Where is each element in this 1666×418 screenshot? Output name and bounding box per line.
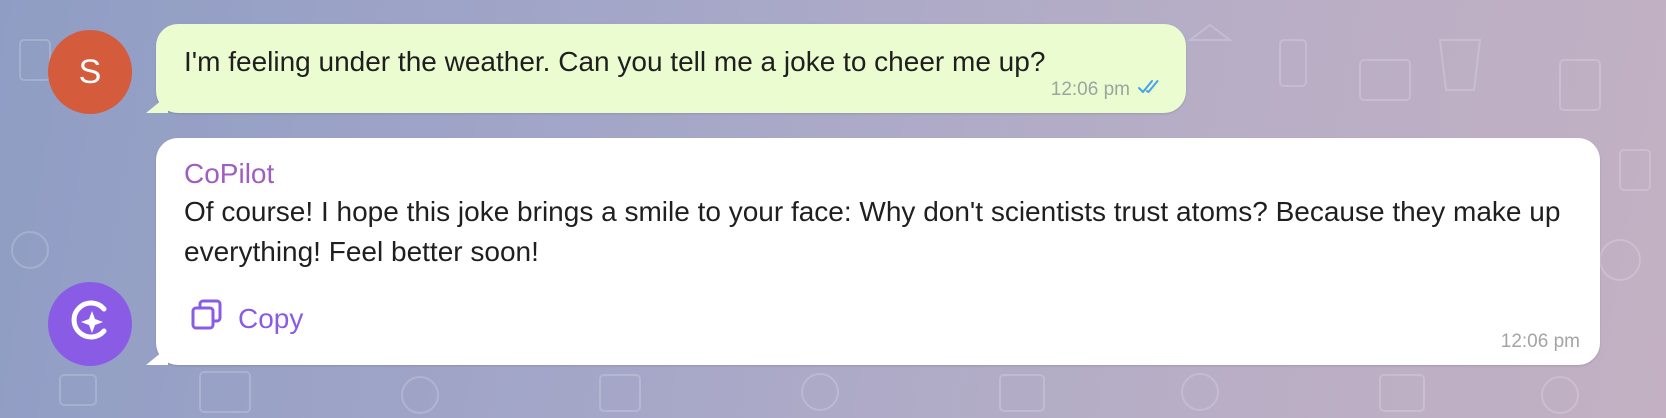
copy-icon [190, 298, 224, 339]
message-time: 12:06 pm [1050, 79, 1130, 100]
user-message-bubble[interactable]: I'm feeling under the weather. Can you t… [146, 24, 1186, 113]
avatar-letter: S [78, 52, 102, 91]
message-text: I'm feeling under the weather. Can you t… [184, 46, 1046, 77]
bubble-tail [146, 95, 168, 113]
bubble-tail [146, 347, 168, 365]
user-avatar[interactable]: S [48, 30, 132, 114]
message-text: Of course! I hope this joke brings a smi… [184, 196, 1561, 267]
message-meta: 12:06 pm [1051, 79, 1164, 101]
copilot-message-bubble[interactable]: CoPilot Of course! I hope this joke brin… [146, 138, 1600, 365]
copilot-logo-icon [67, 297, 113, 352]
message-time: 12:06 pm [1500, 331, 1580, 352]
copy-label: Copy [238, 302, 304, 334]
double-check-icon [1138, 79, 1164, 101]
sender-name: CoPilot [184, 158, 275, 189]
copy-button[interactable]: Copy [190, 298, 303, 339]
copilot-avatar[interactable] [48, 282, 132, 366]
